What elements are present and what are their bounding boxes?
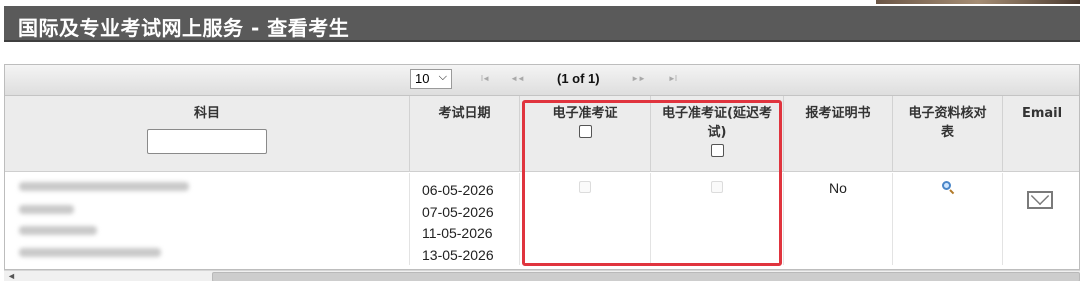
horizontal-scrollbar[interactable]: ◄	[4, 270, 1080, 281]
column-header-subject: 科目	[5, 96, 410, 172]
e-verification-header-label: 电子资料核对表	[908, 106, 987, 140]
column-header-exam-date[interactable]: 考试日期	[410, 96, 520, 172]
scroll-left-icon[interactable]: ◄	[7, 271, 16, 281]
entry-certificate-header-label: 报考证明书	[805, 106, 871, 121]
exam-date-header-label: 考试日期	[438, 106, 491, 121]
subject-filter-input[interactable]	[147, 129, 267, 154]
column-header-e-verification: 电子资料核对表	[893, 96, 1003, 172]
e-verification-cell	[893, 173, 1003, 265]
pagination-bar: 10 ⌵ I◄ ◄◄ (1 of 1) ►► ►I	[5, 65, 1079, 96]
prev-page-button[interactable]: ◄◄	[507, 71, 527, 87]
first-page-button[interactable]: I◄	[475, 71, 495, 87]
redacted-text	[19, 182, 189, 191]
page-title-bar: 国际及专业考试网上服务 - 查看考生	[4, 6, 1080, 42]
redacted-text	[19, 205, 74, 214]
exam-dates-cell: 06-05-2026 07-05-2026 11-05-2026 13-05-2…	[410, 173, 520, 265]
redacted-text	[19, 248, 161, 257]
last-page-button[interactable]: ►I	[662, 71, 682, 87]
subject-cell	[5, 173, 410, 265]
exam-date: 13-05-2026	[422, 246, 494, 263]
search-icon[interactable]	[941, 181, 954, 195]
highlight-annotation-box	[522, 100, 782, 266]
scrollbar-thumb[interactable]	[212, 272, 1080, 281]
mail-icon[interactable]	[1027, 186, 1053, 209]
column-header-email: Email	[1003, 96, 1079, 172]
exam-date: 06-05-2026	[422, 182, 494, 198]
exam-date: 07-05-2026	[422, 203, 494, 220]
email-header-label: Email	[1021, 106, 1063, 121]
exam-date: 11-05-2026	[422, 225, 493, 241]
top-banner-photo	[876, 0, 1080, 4]
page-title: 国际及专业考试网上服务 - 查看考生	[18, 16, 350, 40]
column-header-entry-certificate: 报考证明书	[784, 96, 893, 172]
email-cell	[1003, 173, 1079, 265]
redacted-text	[19, 226, 97, 235]
chevron-down-icon: ⌵	[438, 71, 447, 83]
rows-per-page-select[interactable]: 10 ⌵	[410, 69, 452, 89]
entry-certificate-cell: No	[784, 173, 893, 265]
next-page-button[interactable]: ►►	[628, 71, 648, 87]
rows-per-page-value: 10	[415, 71, 430, 86]
page-info: (1 of 1)	[557, 71, 600, 86]
subject-header-label: 科目	[193, 106, 220, 121]
entry-certificate-value: No	[829, 180, 847, 196]
